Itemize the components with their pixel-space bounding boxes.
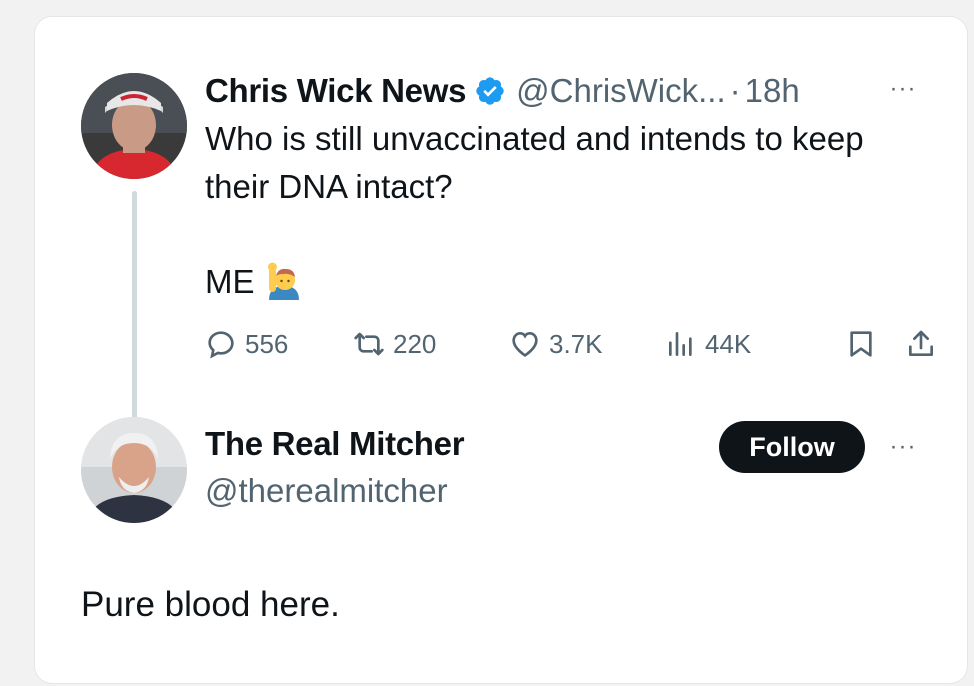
follow-button[interactable]: Follow — [719, 421, 865, 473]
views-chart-icon — [669, 332, 692, 356]
separator-dot: · — [729, 72, 741, 109]
tweet-text: Who is still unvaccinated and intends to… — [205, 120, 864, 205]
like-count: 3.7K — [549, 328, 603, 359]
more-options-icon[interactable]: ··· — [883, 77, 923, 101]
like-action[interactable]: 3.7K — [509, 322, 603, 366]
person-raising-hand-icon — [265, 262, 303, 302]
views-action[interactable]: 44K — [665, 322, 751, 366]
thread-line — [132, 191, 137, 425]
heart-icon — [512, 331, 538, 357]
reply-author-avatar[interactable] — [81, 417, 187, 523]
author-handle[interactable]: @ChrisWick... — [516, 72, 726, 110]
author-name[interactable]: Chris Wick News — [205, 72, 466, 110]
share-action[interactable] — [905, 322, 945, 366]
retweet-action[interactable]: 220 — [353, 322, 436, 366]
reply-author-handle[interactable]: @therealmitcher — [205, 472, 448, 510]
share-icon — [909, 330, 933, 356]
reply-author-name[interactable]: The Real Mitcher — [205, 425, 465, 463]
bookmark-icon — [850, 331, 872, 357]
reply-action[interactable]: 556 — [205, 322, 288, 366]
tweet-timestamp[interactable]: 18h — [745, 72, 800, 110]
tweet-actions: 556 220 3.7K 44K — [205, 322, 933, 366]
reply-icon — [208, 331, 234, 359]
reply-count: 556 — [245, 328, 289, 359]
reply-more-options-icon[interactable]: ··· — [883, 435, 923, 459]
verified-badge-icon — [474, 75, 506, 107]
tweet-card: Chris Wick News @ChrisWick... · 18h ··· … — [34, 16, 968, 684]
bookmark-action[interactable] — [845, 322, 885, 366]
views-count: 44K — [705, 328, 752, 359]
retweet-icon — [354, 332, 384, 356]
me-text: ME — [205, 263, 255, 300]
retweet-count: 220 — [393, 328, 437, 359]
tweet-header: Chris Wick News @ChrisWick... · 18h — [205, 71, 800, 111]
author-avatar[interactable] — [81, 73, 187, 179]
reply-text: Pure blood here. — [81, 585, 340, 624]
tweet-text-me: ME — [205, 257, 303, 307]
